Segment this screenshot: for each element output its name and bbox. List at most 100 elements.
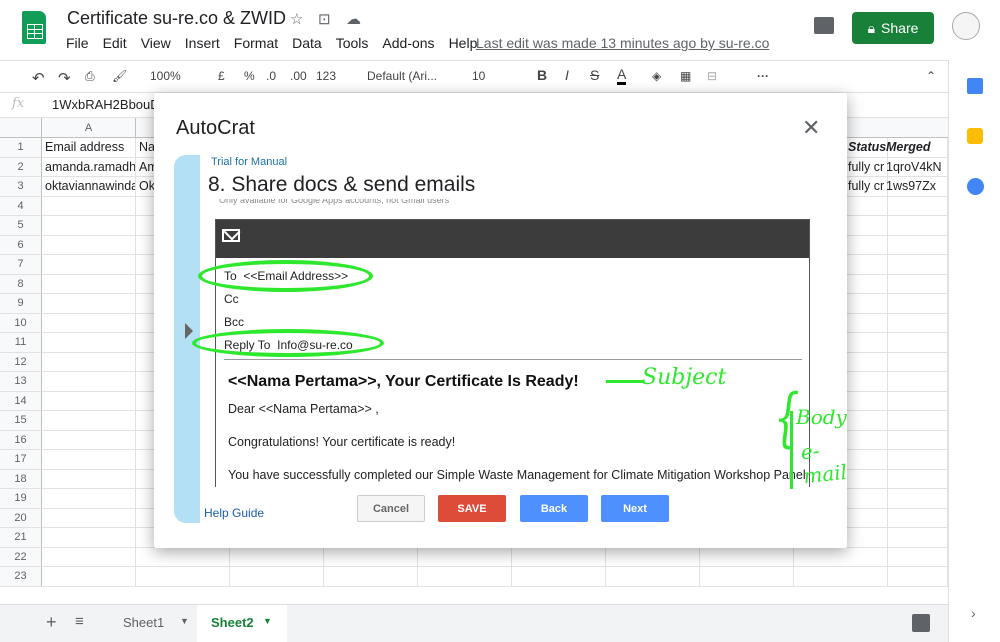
tab-sheet1[interactable]: Sheet1 ▼ xyxy=(108,605,196,642)
column-header-a[interactable]: A xyxy=(42,118,136,138)
row-header[interactable]: 5 xyxy=(0,216,42,236)
row-header[interactable]: 2 xyxy=(0,157,42,177)
cell-a[interactable] xyxy=(42,235,136,255)
bold-button[interactable]: B xyxy=(537,67,547,83)
share-button[interactable]: 🔒︎ Share xyxy=(852,12,934,44)
row-header[interactable]: 9 xyxy=(0,294,42,314)
menu-help[interactable]: Help xyxy=(449,35,478,51)
email-body-line-1[interactable]: Dear <<Nama Pertama>> , xyxy=(228,402,379,416)
cell-a[interactable]: amanda.ramadha xyxy=(42,157,136,177)
row-header[interactable]: 12 xyxy=(0,352,42,372)
comments-icon[interactable] xyxy=(814,17,834,34)
undo-icon[interactable]: ↶ xyxy=(32,69,45,87)
more-options-icon[interactable]: ··· xyxy=(757,69,769,83)
increase-decimal-button[interactable]: .00 xyxy=(290,69,307,83)
cell-a[interactable] xyxy=(42,255,136,275)
cell-a[interactable] xyxy=(42,372,136,392)
email-subject[interactable]: <<Nama Pertama>>, Your Certificate Is Re… xyxy=(228,373,579,391)
row-header[interactable]: 6 xyxy=(0,235,42,255)
save-button[interactable]: SAVE xyxy=(438,495,506,522)
borders-icon[interactable]: ▦ xyxy=(680,69,691,83)
merged-doc-header[interactable]: Merged xyxy=(886,140,946,154)
menu-view[interactable]: View xyxy=(141,35,171,51)
document-title[interactable]: Certificate su-re.co & ZWID xyxy=(67,8,286,29)
row-header[interactable]: 18 xyxy=(0,469,42,489)
row-header[interactable]: 10 xyxy=(0,313,42,333)
menu-edit[interactable]: Edit xyxy=(103,35,127,51)
bcc-field[interactable]: Bcc xyxy=(224,315,244,329)
last-edit-link[interactable]: Last edit was made 13 minutes ago by su-… xyxy=(476,35,769,51)
cell-a[interactable] xyxy=(42,352,136,372)
redo-icon[interactable]: ↷ xyxy=(58,69,71,87)
cloud-status-icon[interactable]: ☁ xyxy=(346,10,361,28)
explore-icon[interactable] xyxy=(912,614,930,632)
row-header[interactable]: 3 xyxy=(0,177,42,197)
sheets-logo-icon[interactable] xyxy=(22,11,46,44)
row-header[interactable]: 16 xyxy=(0,430,42,450)
email-body-line-2[interactable]: Congratulations! Your certificate is rea… xyxy=(228,435,455,449)
cell-a[interactable] xyxy=(42,411,136,431)
row-header[interactable]: 11 xyxy=(0,333,42,353)
row-header[interactable]: 13 xyxy=(0,372,42,392)
print-icon[interactable]: ⎙ xyxy=(85,69,95,84)
row-header[interactable]: 22 xyxy=(0,547,42,567)
add-sheet-icon[interactable]: + xyxy=(46,612,57,633)
keep-icon[interactable] xyxy=(967,128,983,144)
cell-a[interactable] xyxy=(42,489,136,509)
tasks-icon[interactable] xyxy=(967,178,984,195)
move-folder-icon[interactable]: ⊡ xyxy=(318,10,331,28)
zoom-select[interactable]: 100% xyxy=(150,69,181,83)
calendar-icon[interactable] xyxy=(967,78,983,94)
cell-a[interactable] xyxy=(42,333,136,353)
currency-button[interactable]: £ xyxy=(218,69,225,83)
row-header[interactable]: 21 xyxy=(0,528,42,548)
row-header[interactable]: 1 xyxy=(0,138,42,158)
cell-a[interactable] xyxy=(42,430,136,450)
row-header[interactable]: 14 xyxy=(0,391,42,411)
cell-a[interactable] xyxy=(42,528,136,548)
percent-button[interactable]: % xyxy=(244,69,255,83)
tab-sheet2[interactable]: Sheet2 ▼ xyxy=(197,605,287,642)
row-header[interactable]: 23 xyxy=(0,567,42,587)
row-header[interactable]: 20 xyxy=(0,508,42,528)
cell-a[interactable] xyxy=(42,196,136,216)
collapse-menu-icon[interactable]: ⌃ xyxy=(926,69,936,83)
menu-insert[interactable]: Insert xyxy=(185,35,220,51)
cell-a[interactable] xyxy=(42,294,136,314)
menu-data[interactable]: Data xyxy=(292,35,322,51)
row-header[interactable]: 8 xyxy=(0,274,42,294)
cell-a[interactable] xyxy=(42,508,136,528)
formula-input[interactable]: 1WxbRAH2BbouD3 xyxy=(52,97,167,112)
cell-a[interactable] xyxy=(42,450,136,470)
close-icon[interactable]: ✕ xyxy=(802,115,820,141)
menu-addons[interactable]: Add-ons xyxy=(382,35,434,51)
cell-a[interactable] xyxy=(42,469,136,489)
collapse-arrow-icon[interactable] xyxy=(185,323,193,339)
cell-a[interactable] xyxy=(42,567,136,587)
text-color-button[interactable]: A xyxy=(617,66,627,85)
cell-a[interactable] xyxy=(42,547,136,567)
merged-doc-cell[interactable]: 1qroV4kN xyxy=(886,160,946,174)
cell-a[interactable]: oktaviannawinda xyxy=(42,177,136,197)
merged-doc-cell[interactable]: 1ws97Zx xyxy=(886,179,946,193)
fill-color-icon[interactable]: ◈ xyxy=(652,69,661,83)
cell-a[interactable]: Email address xyxy=(42,138,136,158)
menu-tools[interactable]: Tools xyxy=(336,35,369,51)
paint-format-icon[interactable]: 🖌︎ xyxy=(112,69,127,83)
back-button[interactable]: Back xyxy=(520,495,588,522)
row-header[interactable]: 15 xyxy=(0,411,42,431)
star-icon[interactable]: ☆ xyxy=(290,10,303,28)
next-button[interactable]: Next xyxy=(601,495,669,522)
select-all-corner[interactable] xyxy=(0,118,42,138)
merge-cells-icon[interactable]: ⊟ xyxy=(707,69,717,83)
decrease-decimal-button[interactable]: .0 xyxy=(266,69,276,83)
cell-b[interactable] xyxy=(136,547,230,567)
font-select[interactable]: Default (Ari... xyxy=(367,69,437,83)
email-body-line-3[interactable]: You have successfully completed our Simp… xyxy=(228,468,806,482)
help-guide-link[interactable]: Help Guide xyxy=(204,506,264,520)
account-avatar[interactable] xyxy=(952,12,980,40)
expand-panel-icon[interactable]: › xyxy=(971,605,976,621)
row-header[interactable]: 19 xyxy=(0,489,42,509)
cell-a[interactable] xyxy=(42,216,136,236)
font-size-select[interactable]: 10 xyxy=(472,69,485,83)
